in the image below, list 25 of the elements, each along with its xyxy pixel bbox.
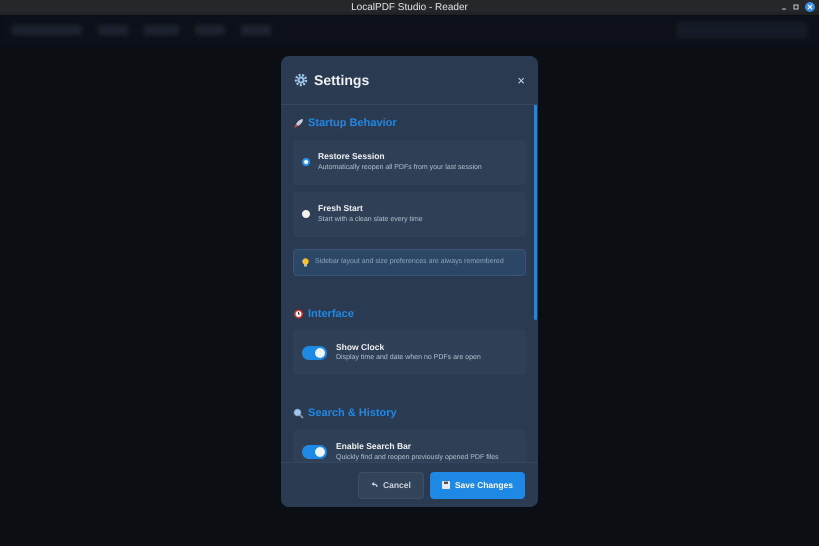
option-label: Enable Search Bar [336,441,412,452]
save-button[interactable]: Save Changes [430,472,525,498]
option-label: Show Clock [336,342,386,352]
radio-button[interactable] [302,158,310,166]
close-icon[interactable] [805,2,815,12]
alarm-clock-icon [293,308,304,320]
toggle-switch[interactable] [302,346,327,360]
radio-button[interactable] [302,210,310,218]
cancel-button[interactable]: Cancel [358,472,424,498]
magnifier-icon [293,408,304,419]
close-button[interactable]: × [517,74,525,86]
toggle-switch[interactable] [302,445,327,459]
restore-icon[interactable] [793,4,799,10]
rocket-icon [293,118,304,129]
lightbulb-icon [302,258,309,266]
window-title: LocalPDF Studio - Reader [351,1,468,15]
undo-arrow-icon [371,482,378,488]
section-heading: Search & History [308,406,397,421]
dialog-title: Settings [314,70,370,90]
section-heading: Startup Behavior [308,116,397,131]
option-label: Restore Session [318,151,386,162]
option-label: Fresh Start [318,203,364,214]
gear-icon [294,73,308,87]
scrollbar[interactable] [534,105,537,320]
section-heading: Interface [308,306,354,322]
